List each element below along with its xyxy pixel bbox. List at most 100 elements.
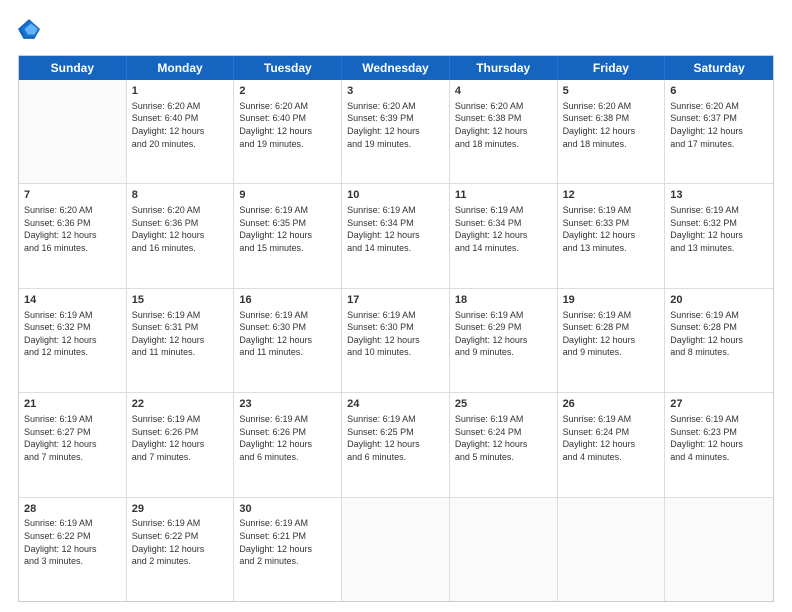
- day-cell-9: 9Sunrise: 6:19 AM Sunset: 6:35 PM Daylig…: [234, 184, 342, 287]
- day-info: Sunrise: 6:19 AM Sunset: 6:34 PM Dayligh…: [347, 204, 444, 254]
- empty-cell-4-6: [665, 498, 773, 601]
- day-info: Sunrise: 6:19 AM Sunset: 6:28 PM Dayligh…: [670, 309, 768, 359]
- day-info: Sunrise: 6:19 AM Sunset: 6:22 PM Dayligh…: [132, 517, 229, 567]
- header-day-saturday: Saturday: [665, 56, 773, 80]
- empty-cell-0-0: [19, 80, 127, 183]
- day-info: Sunrise: 6:20 AM Sunset: 6:38 PM Dayligh…: [563, 100, 660, 150]
- page: SundayMondayTuesdayWednesdayThursdayFrid…: [0, 0, 792, 612]
- day-number: 22: [132, 397, 229, 412]
- empty-cell-4-4: [450, 498, 558, 601]
- day-cell-16: 16Sunrise: 6:19 AM Sunset: 6:30 PM Dayli…: [234, 289, 342, 392]
- day-cell-14: 14Sunrise: 6:19 AM Sunset: 6:32 PM Dayli…: [19, 289, 127, 392]
- day-number: 19: [563, 293, 660, 308]
- day-number: 24: [347, 397, 444, 412]
- calendar-row-4: 21Sunrise: 6:19 AM Sunset: 6:27 PM Dayli…: [19, 393, 773, 497]
- day-number: 5: [563, 84, 660, 99]
- day-cell-5: 5Sunrise: 6:20 AM Sunset: 6:38 PM Daylig…: [558, 80, 666, 183]
- day-cell-27: 27Sunrise: 6:19 AM Sunset: 6:23 PM Dayli…: [665, 393, 773, 496]
- day-cell-26: 26Sunrise: 6:19 AM Sunset: 6:24 PM Dayli…: [558, 393, 666, 496]
- day-number: 27: [670, 397, 768, 412]
- day-cell-19: 19Sunrise: 6:19 AM Sunset: 6:28 PM Dayli…: [558, 289, 666, 392]
- day-cell-21: 21Sunrise: 6:19 AM Sunset: 6:27 PM Dayli…: [19, 393, 127, 496]
- day-cell-25: 25Sunrise: 6:19 AM Sunset: 6:24 PM Dayli…: [450, 393, 558, 496]
- day-cell-30: 30Sunrise: 6:19 AM Sunset: 6:21 PM Dayli…: [234, 498, 342, 601]
- day-info: Sunrise: 6:19 AM Sunset: 6:23 PM Dayligh…: [670, 413, 768, 463]
- day-number: 28: [24, 502, 121, 517]
- calendar: SundayMondayTuesdayWednesdayThursdayFrid…: [18, 55, 774, 602]
- header-day-sunday: Sunday: [19, 56, 127, 80]
- day-info: Sunrise: 6:20 AM Sunset: 6:40 PM Dayligh…: [132, 100, 229, 150]
- day-number: 8: [132, 188, 229, 203]
- day-number: 30: [239, 502, 336, 517]
- day-cell-18: 18Sunrise: 6:19 AM Sunset: 6:29 PM Dayli…: [450, 289, 558, 392]
- day-number: 1: [132, 84, 229, 99]
- day-cell-6: 6Sunrise: 6:20 AM Sunset: 6:37 PM Daylig…: [665, 80, 773, 183]
- day-cell-2: 2Sunrise: 6:20 AM Sunset: 6:40 PM Daylig…: [234, 80, 342, 183]
- calendar-row-2: 7Sunrise: 6:20 AM Sunset: 6:36 PM Daylig…: [19, 184, 773, 288]
- day-info: Sunrise: 6:19 AM Sunset: 6:25 PM Dayligh…: [347, 413, 444, 463]
- day-number: 23: [239, 397, 336, 412]
- day-info: Sunrise: 6:19 AM Sunset: 6:26 PM Dayligh…: [239, 413, 336, 463]
- day-info: Sunrise: 6:20 AM Sunset: 6:37 PM Dayligh…: [670, 100, 768, 150]
- day-number: 7: [24, 188, 121, 203]
- day-number: 13: [670, 188, 768, 203]
- day-cell-11: 11Sunrise: 6:19 AM Sunset: 6:34 PM Dayli…: [450, 184, 558, 287]
- day-number: 10: [347, 188, 444, 203]
- day-number: 18: [455, 293, 552, 308]
- day-number: 2: [239, 84, 336, 99]
- header: [18, 18, 774, 45]
- day-number: 16: [239, 293, 336, 308]
- day-info: Sunrise: 6:20 AM Sunset: 6:38 PM Dayligh…: [455, 100, 552, 150]
- logo-icon: [18, 18, 40, 40]
- day-cell-24: 24Sunrise: 6:19 AM Sunset: 6:25 PM Dayli…: [342, 393, 450, 496]
- header-day-thursday: Thursday: [450, 56, 558, 80]
- day-info: Sunrise: 6:20 AM Sunset: 6:36 PM Dayligh…: [24, 204, 121, 254]
- day-number: 21: [24, 397, 121, 412]
- day-info: Sunrise: 6:19 AM Sunset: 6:26 PM Dayligh…: [132, 413, 229, 463]
- calendar-row-5: 28Sunrise: 6:19 AM Sunset: 6:22 PM Dayli…: [19, 498, 773, 601]
- day-info: Sunrise: 6:19 AM Sunset: 6:30 PM Dayligh…: [239, 309, 336, 359]
- header-day-tuesday: Tuesday: [234, 56, 342, 80]
- day-cell-3: 3Sunrise: 6:20 AM Sunset: 6:39 PM Daylig…: [342, 80, 450, 183]
- day-cell-15: 15Sunrise: 6:19 AM Sunset: 6:31 PM Dayli…: [127, 289, 235, 392]
- day-number: 4: [455, 84, 552, 99]
- calendar-body: 1Sunrise: 6:20 AM Sunset: 6:40 PM Daylig…: [19, 80, 773, 601]
- day-number: 29: [132, 502, 229, 517]
- day-number: 6: [670, 84, 768, 99]
- day-info: Sunrise: 6:19 AM Sunset: 6:22 PM Dayligh…: [24, 517, 121, 567]
- calendar-row-3: 14Sunrise: 6:19 AM Sunset: 6:32 PM Dayli…: [19, 289, 773, 393]
- header-day-monday: Monday: [127, 56, 235, 80]
- day-info: Sunrise: 6:19 AM Sunset: 6:24 PM Dayligh…: [563, 413, 660, 463]
- day-cell-12: 12Sunrise: 6:19 AM Sunset: 6:33 PM Dayli…: [558, 184, 666, 287]
- day-cell-22: 22Sunrise: 6:19 AM Sunset: 6:26 PM Dayli…: [127, 393, 235, 496]
- day-cell-29: 29Sunrise: 6:19 AM Sunset: 6:22 PM Dayli…: [127, 498, 235, 601]
- empty-cell-4-3: [342, 498, 450, 601]
- day-number: 15: [132, 293, 229, 308]
- day-info: Sunrise: 6:19 AM Sunset: 6:21 PM Dayligh…: [239, 517, 336, 567]
- day-number: 3: [347, 84, 444, 99]
- day-cell-10: 10Sunrise: 6:19 AM Sunset: 6:34 PM Dayli…: [342, 184, 450, 287]
- day-number: 9: [239, 188, 336, 203]
- day-info: Sunrise: 6:19 AM Sunset: 6:27 PM Dayligh…: [24, 413, 121, 463]
- empty-cell-4-5: [558, 498, 666, 601]
- day-info: Sunrise: 6:19 AM Sunset: 6:30 PM Dayligh…: [347, 309, 444, 359]
- day-info: Sunrise: 6:19 AM Sunset: 6:29 PM Dayligh…: [455, 309, 552, 359]
- day-number: 14: [24, 293, 121, 308]
- day-info: Sunrise: 6:20 AM Sunset: 6:40 PM Dayligh…: [239, 100, 336, 150]
- calendar-header: SundayMondayTuesdayWednesdayThursdayFrid…: [19, 56, 773, 80]
- day-info: Sunrise: 6:19 AM Sunset: 6:35 PM Dayligh…: [239, 204, 336, 254]
- day-cell-8: 8Sunrise: 6:20 AM Sunset: 6:36 PM Daylig…: [127, 184, 235, 287]
- header-day-friday: Friday: [558, 56, 666, 80]
- day-number: 12: [563, 188, 660, 203]
- day-number: 11: [455, 188, 552, 203]
- logo: [18, 18, 42, 45]
- day-cell-17: 17Sunrise: 6:19 AM Sunset: 6:30 PM Dayli…: [342, 289, 450, 392]
- day-info: Sunrise: 6:20 AM Sunset: 6:36 PM Dayligh…: [132, 204, 229, 254]
- day-info: Sunrise: 6:19 AM Sunset: 6:32 PM Dayligh…: [670, 204, 768, 254]
- day-cell-13: 13Sunrise: 6:19 AM Sunset: 6:32 PM Dayli…: [665, 184, 773, 287]
- header-day-wednesday: Wednesday: [342, 56, 450, 80]
- day-cell-23: 23Sunrise: 6:19 AM Sunset: 6:26 PM Dayli…: [234, 393, 342, 496]
- day-cell-4: 4Sunrise: 6:20 AM Sunset: 6:38 PM Daylig…: [450, 80, 558, 183]
- day-cell-1: 1Sunrise: 6:20 AM Sunset: 6:40 PM Daylig…: [127, 80, 235, 183]
- day-info: Sunrise: 6:20 AM Sunset: 6:39 PM Dayligh…: [347, 100, 444, 150]
